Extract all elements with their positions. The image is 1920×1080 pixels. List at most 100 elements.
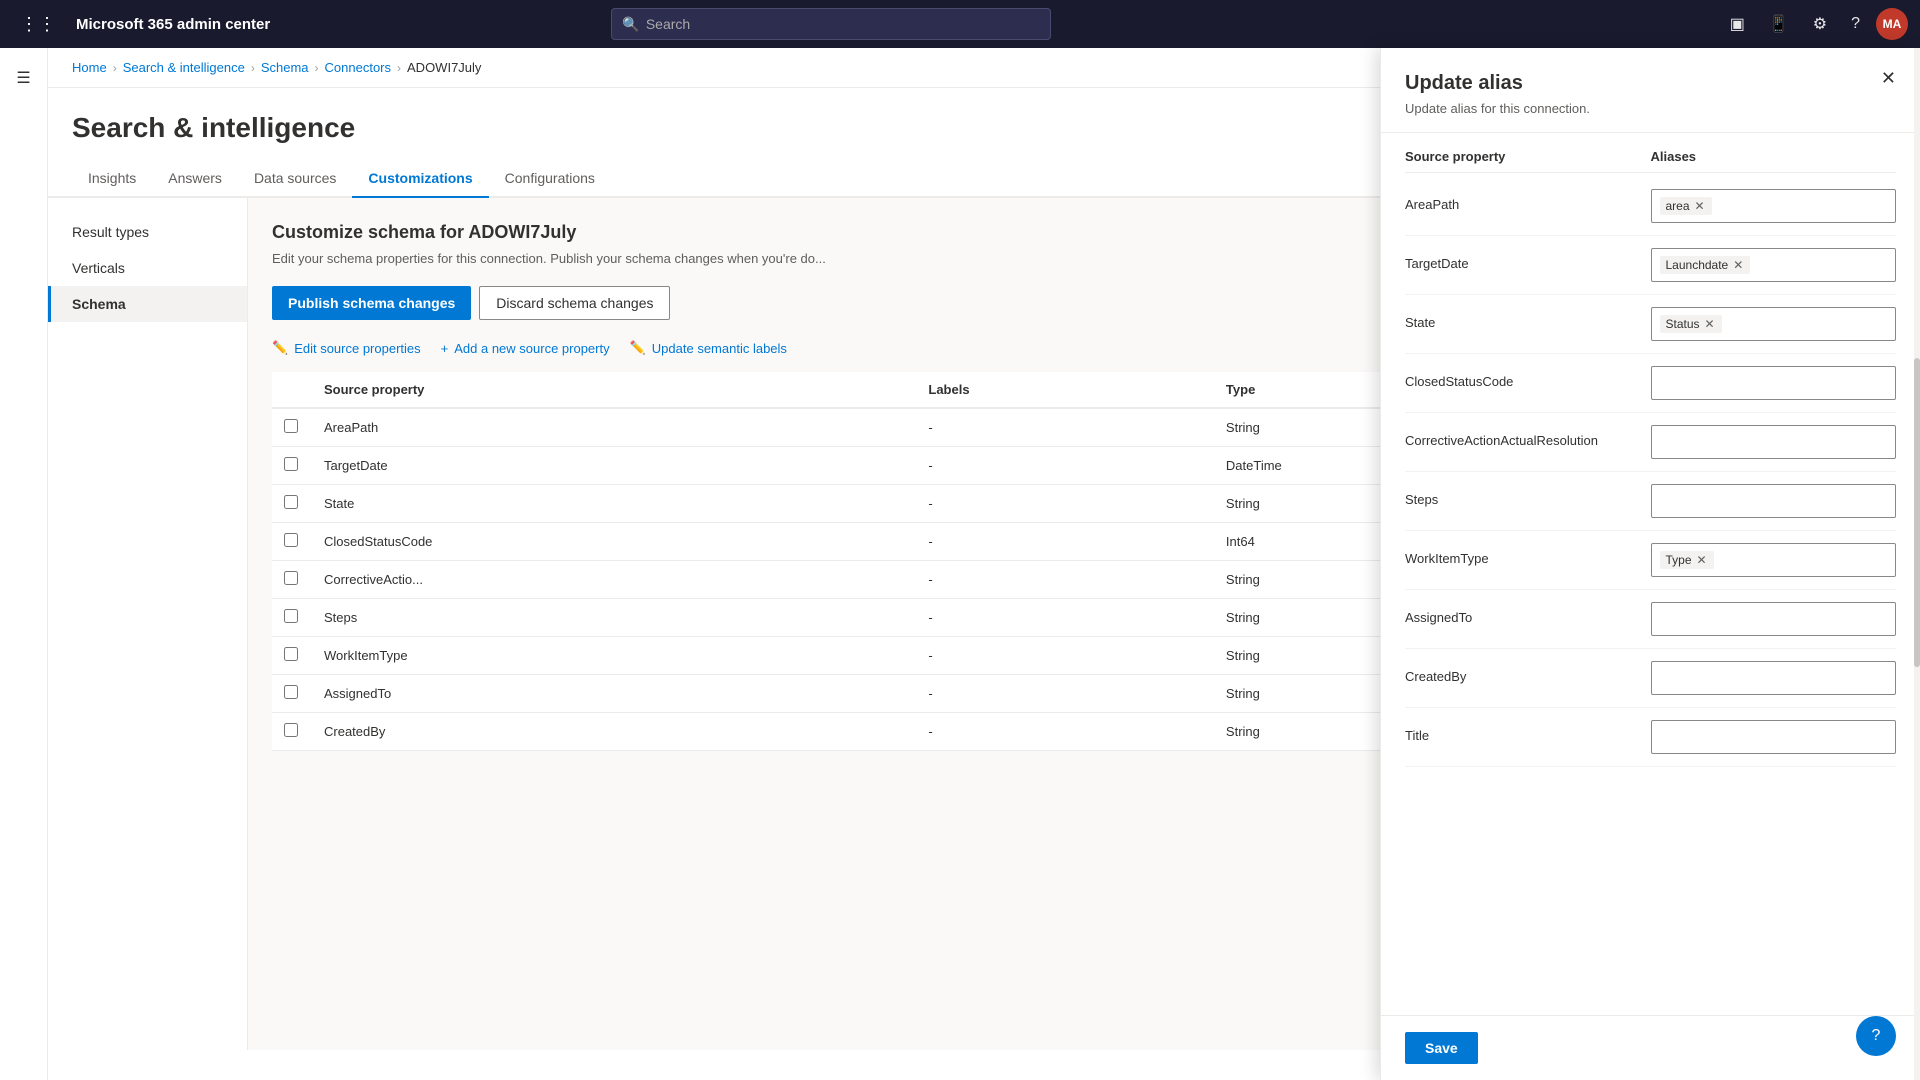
app-title: Microsoft 365 admin center	[76, 16, 270, 33]
row-source-property: WorkItemType	[312, 637, 916, 675]
row-checkbox[interactable]	[284, 457, 298, 471]
alias-tag: Type ✕	[1660, 551, 1714, 569]
alias-input-wrap: Type ✕	[1651, 543, 1897, 577]
row-checkbox[interactable]	[284, 571, 298, 585]
breadcrumb-schema[interactable]: Schema	[261, 60, 309, 75]
row-checkbox-cell	[272, 408, 312, 447]
sidebar-toggle: ☰	[0, 48, 48, 1080]
row-labels: -	[916, 561, 1214, 599]
edit-source-properties-link[interactable]: ✏️ Edit source properties	[272, 340, 421, 356]
alias-tag-input[interactable]	[1651, 366, 1897, 400]
row-checkbox[interactable]	[284, 495, 298, 509]
row-labels: -	[916, 485, 1214, 523]
alias-source-property: CreatedBy	[1405, 661, 1651, 684]
row-checkbox[interactable]	[284, 685, 298, 699]
alias-tag-input[interactable]	[1651, 484, 1897, 518]
waffle-menu-icon[interactable]: ⋮⋮	[12, 6, 64, 43]
scrollbar-thumb[interactable]	[1914, 358, 1920, 668]
col-source-property: Source property	[312, 372, 916, 408]
discard-schema-button[interactable]: Discard schema changes	[479, 286, 670, 320]
alias-tag-remove-button[interactable]: ✕	[1732, 259, 1744, 271]
help-icon[interactable]: ?	[1843, 7, 1868, 41]
alias-source-property: State	[1405, 307, 1651, 330]
publish-schema-button[interactable]: Publish schema changes	[272, 286, 471, 320]
alias-tag-input[interactable]	[1651, 425, 1897, 459]
row-checkbox[interactable]	[284, 647, 298, 661]
row-checkbox[interactable]	[284, 609, 298, 623]
panel-overlay: ✕ Update alias Update alias for this con…	[1380, 48, 1920, 1080]
panel-title: Update alias	[1405, 72, 1896, 95]
alias-tag-input[interactable]	[1651, 602, 1897, 636]
row-labels: -	[916, 408, 1214, 447]
tab-configurations[interactable]: Configurations	[489, 160, 611, 198]
topbar-icons: ▣ 📱 ⚙ ? MA	[1722, 6, 1908, 42]
alias-text-input[interactable]	[1660, 435, 1888, 450]
sidebar-item-verticals[interactable]: Verticals	[48, 250, 247, 286]
alias-text-input[interactable]	[1660, 671, 1888, 686]
panel-close-button[interactable]: ✕	[1873, 64, 1904, 93]
row-labels: -	[916, 599, 1214, 637]
alias-tag-input[interactable]	[1651, 720, 1897, 754]
row-source-property: CreatedBy	[312, 713, 916, 751]
col-checkbox	[272, 372, 312, 408]
row-checkbox-cell	[272, 637, 312, 675]
alias-text-input[interactable]	[1718, 553, 1887, 568]
row-labels: -	[916, 713, 1214, 751]
alias-text-input[interactable]	[1754, 258, 1887, 273]
alias-text-input[interactable]	[1726, 317, 1887, 332]
add-source-property-link[interactable]: + Add a new source property	[441, 340, 610, 356]
alias-row: AssignedTo	[1405, 590, 1896, 649]
avatar[interactable]: MA	[1876, 8, 1908, 40]
alias-tag-input[interactable]: Status ✕	[1651, 307, 1897, 341]
hamburger-icon[interactable]: ☰	[4, 56, 42, 100]
alias-tag-remove-button[interactable]: ✕	[1704, 318, 1716, 330]
row-checkbox[interactable]	[284, 533, 298, 547]
scrollbar-track	[1914, 48, 1920, 1080]
alias-input-wrap: area ✕	[1651, 189, 1897, 223]
row-checkbox[interactable]	[284, 723, 298, 737]
tab-data-sources[interactable]: Data sources	[238, 160, 352, 198]
alias-tag-input[interactable]: Type ✕	[1651, 543, 1897, 577]
monitor-icon[interactable]: ▣	[1722, 6, 1753, 42]
panel-footer: Save	[1381, 1015, 1920, 1080]
alias-tag-label: Type	[1666, 553, 1692, 567]
alias-source-property: Steps	[1405, 484, 1651, 507]
alias-tag-input[interactable]: area ✕	[1651, 189, 1897, 223]
sidebar-item-result-types[interactable]: Result types	[48, 214, 247, 250]
tab-insights[interactable]: Insights	[72, 160, 152, 198]
alias-text-input[interactable]	[1660, 730, 1888, 745]
alias-tag-remove-button[interactable]: ✕	[1694, 200, 1706, 212]
left-sidebar: Result types Verticals Schema	[48, 198, 248, 1050]
sidebar-item-schema[interactable]: Schema	[48, 286, 247, 322]
settings-icon[interactable]: ⚙	[1805, 6, 1835, 42]
row-source-property: CorrectiveActio...	[312, 561, 916, 599]
mobile-icon[interactable]: 📱	[1761, 6, 1797, 42]
row-checkbox-cell	[272, 675, 312, 713]
alias-input-wrap	[1651, 720, 1897, 754]
tab-answers[interactable]: Answers	[152, 160, 238, 198]
update-semantic-labels-link[interactable]: ✏️ Update semantic labels	[630, 340, 787, 356]
tab-customizations[interactable]: Customizations	[352, 160, 488, 198]
save-button[interactable]: Save	[1405, 1032, 1478, 1064]
alias-text-input[interactable]	[1716, 199, 1887, 214]
alias-source-property: AssignedTo	[1405, 602, 1651, 625]
alias-tag-input[interactable]: Launchdate ✕	[1651, 248, 1897, 282]
alias-text-input[interactable]	[1660, 494, 1888, 509]
breadcrumb-connectors[interactable]: Connectors	[325, 60, 391, 75]
search-input[interactable]	[646, 16, 1041, 32]
alias-text-input[interactable]	[1660, 612, 1888, 627]
alias-row: WorkItemType Type ✕	[1405, 531, 1896, 590]
breadcrumb-home[interactable]: Home	[72, 60, 107, 75]
row-labels: -	[916, 447, 1214, 485]
alias-text-input[interactable]	[1660, 376, 1888, 391]
row-source-property: ClosedStatusCode	[312, 523, 916, 561]
breadcrumb-search-intelligence[interactable]: Search & intelligence	[123, 60, 245, 75]
alias-tag-remove-button[interactable]: ✕	[1696, 554, 1708, 566]
panel-subtitle: Update alias for this connection.	[1405, 101, 1896, 116]
help-button[interactable]: ?	[1856, 1016, 1896, 1056]
row-checkbox[interactable]	[284, 419, 298, 433]
alias-input-wrap	[1651, 366, 1897, 400]
alias-tag-input[interactable]	[1651, 661, 1897, 695]
alias-row: CorrectiveActionActualResolution	[1405, 413, 1896, 472]
alias-input-wrap	[1651, 484, 1897, 518]
